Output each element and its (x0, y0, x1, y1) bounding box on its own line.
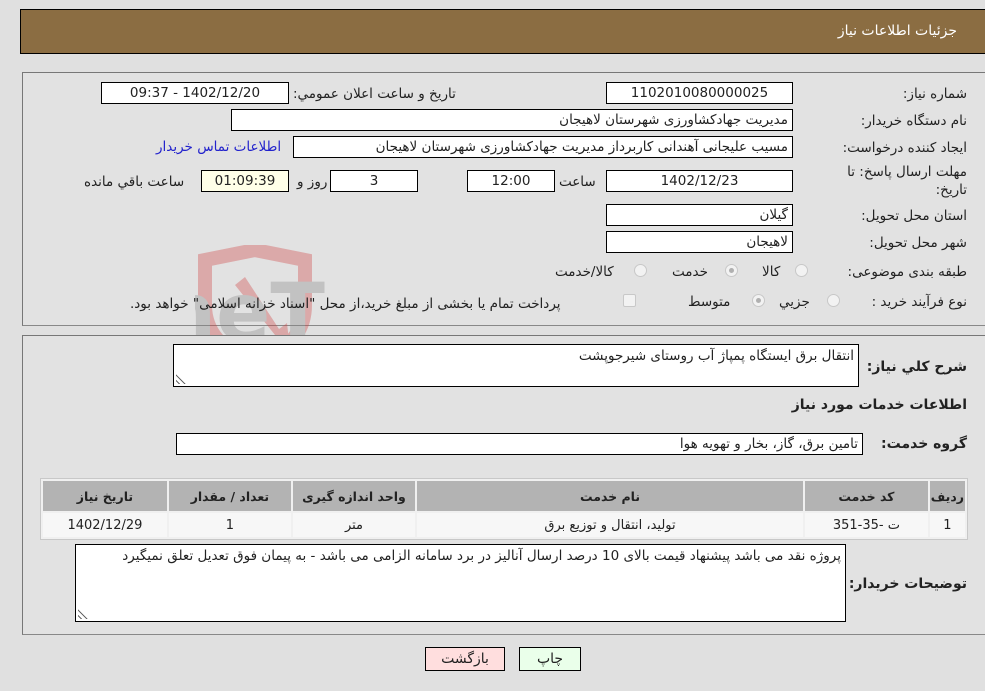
resize-handle-icon[interactable] (78, 609, 88, 619)
services-table: ردیف کد خدمت نام خدمت واحد اندازه گیری ت… (40, 478, 968, 540)
cell-quantity: 1 (168, 513, 291, 537)
back-button[interactable]: بازگشت (425, 647, 505, 671)
buyer-org-field: مدیریت جهادکشاورزی شهرستان لاهیجان (231, 109, 793, 131)
description-textarea[interactable]: انتقال برق ایستگاه پمپاژ آب روستای شیرجو… (173, 344, 859, 387)
need-number-field: 1102010080000025 (606, 82, 793, 104)
table-row: 1 ت -35-351 تولید، انتقال و توزیع برق مت… (43, 513, 965, 537)
service-group-label: گروه خدمت: (881, 436, 967, 452)
city-field: لاهیجان (606, 231, 793, 253)
days-label: روز و (297, 174, 328, 190)
announce-datetime-field: 1402/12/20 - 09:37 (101, 82, 289, 104)
cell-unit: متر (292, 513, 416, 537)
services-heading: اطلاعات خدمات مورد نیاز (791, 397, 967, 413)
category-radio-goods-service[interactable] (634, 264, 647, 277)
resize-handle-icon[interactable] (176, 374, 186, 384)
description-text: انتقال برق ایستگاه پمپاژ آب روستای شیرجو… (578, 348, 854, 364)
col-unit: واحد اندازه گیری (292, 481, 416, 511)
cell-row-number: 1 (929, 513, 965, 537)
cell-service-code: ت -35-351 (805, 513, 928, 537)
cell-need-date: 1402/12/29 (43, 513, 167, 537)
purchase-type-option-minor: جزیي (779, 294, 810, 310)
buyer-notes-label: توضیحات خریدار: (848, 576, 967, 592)
time-remaining-label: ساعت باقي مانده (84, 174, 185, 190)
category-label: طبقه بندی موضوعی: (847, 264, 967, 280)
col-need-date: تاریخ نیاز (43, 481, 167, 511)
province-field: گیلان (606, 204, 793, 226)
deadline-label-line1: مهلت ارسال پاسخ: تا (847, 164, 967, 180)
table-header-row: ردیف کد خدمت نام خدمت واحد اندازه گیری ت… (43, 481, 965, 511)
page-header: جزئیات اطلاعات نیاز (20, 9, 985, 54)
buyer-org-label: نام دستگاه خریدار: (860, 113, 967, 129)
deadline-time-field: 12:00 (467, 170, 555, 192)
need-number-label: شماره نیاز: (902, 86, 967, 102)
col-row-number: ردیف (929, 481, 965, 511)
purchase-type-option-medium: متوسط (688, 294, 731, 310)
print-button[interactable]: چاپ (519, 647, 581, 671)
col-service-code: کد خدمت (805, 481, 928, 511)
treasury-note: پرداخت تمام یا بخشی از مبلغ خرید،از محل … (130, 296, 561, 312)
col-quantity: تعداد / مقدار (168, 481, 291, 511)
cell-service-name: تولید، انتقال و توزیع برق (417, 513, 804, 537)
province-label: استان محل تحویل: (861, 208, 967, 224)
announce-datetime-label: تاريخ و ساعت اعلان عمومي: (293, 86, 456, 102)
col-service-name: نام خدمت (417, 481, 804, 511)
requester-label: ایجاد کننده درخواست: (842, 140, 967, 156)
city-label: شهر محل تحویل: (869, 235, 967, 251)
buyer-notes-text: پروژه نقد می باشد پیشنهاد قیمت بالای 10 … (122, 548, 841, 564)
page-title: جزئیات اطلاعات نیاز (837, 23, 957, 39)
requester-field: مسیب علیجانی آهندانی کاربرداز مدیریت جها… (293, 136, 793, 158)
treasury-checkbox[interactable] (623, 294, 636, 307)
deadline-date-field: 1402/12/23 (606, 170, 793, 192)
purchase-type-radio-medium[interactable] (752, 294, 765, 307)
category-option-goods: کالا (762, 264, 781, 280)
buyer-notes-textarea[interactable]: پروژه نقد می باشد پیشنهاد قیمت بالای 10 … (75, 544, 846, 622)
category-radio-service[interactable] (725, 264, 738, 277)
category-radio-goods[interactable] (795, 264, 808, 277)
deadline-label-line2: تاریخ: (935, 182, 967, 198)
buyer-contact-link[interactable]: اطلاعات تماس خریدار (156, 139, 281, 155)
time-remaining-field: 01:09:39 (201, 170, 289, 192)
purchase-type-radio-minor[interactable] (827, 294, 840, 307)
purchase-type-label: نوع فرآیند خرید : (871, 294, 967, 310)
description-label: شرح کلي نیاز: (866, 359, 967, 375)
service-group-field: تامین برق، گاز، بخار و تهویه هوا (176, 433, 863, 455)
deadline-time-label: ساعت (559, 174, 596, 190)
days-remaining-field: 3 (330, 170, 418, 192)
category-option-service: خدمت (672, 264, 708, 280)
category-option-goods-service: کالا/خدمت (555, 264, 614, 280)
